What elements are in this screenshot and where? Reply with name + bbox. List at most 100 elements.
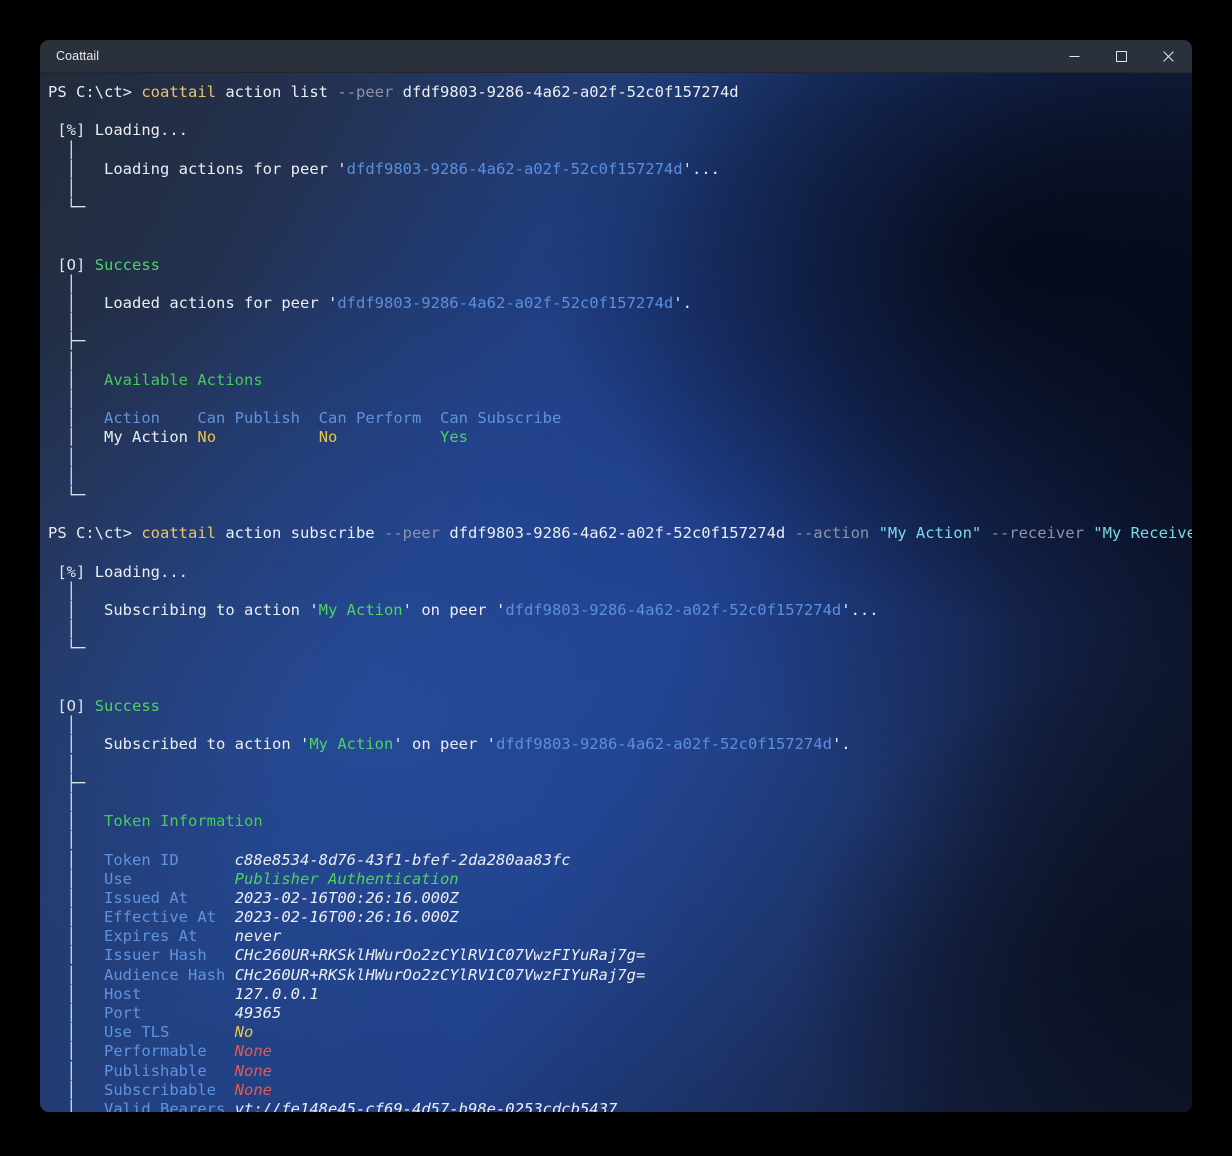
flag-peer-2: --peer <box>383 524 440 543</box>
success-status-2: [O] Success <box>40 697 1192 716</box>
token-row-label: Use <box>104 869 133 888</box>
loading-message-2: │ Subscribing to action 'My Action' on p… <box>66 601 879 620</box>
loading-status-1: [%] Loading... <box>40 121 1192 140</box>
success-message-2-action: My Action <box>309 735 394 754</box>
tree-branch: ├─ <box>66 332 86 351</box>
minimize-button[interactable] <box>1051 40 1098 72</box>
flag-action-value: "My Action" <box>878 524 982 543</box>
success-message-2-pre: Subscribed to action ' <box>104 735 310 754</box>
td-can-perform: No <box>318 428 338 447</box>
token-row-label: Host <box>104 984 142 1003</box>
command-name: coattail <box>141 83 216 101</box>
flag-peer-value: dfdf9803-9286-4a62-a02f-52c0f157274d <box>393 83 739 101</box>
token-row-value: CHc260UR+RKSklHWurOo2zCYlRV1C07VwzFIYuRa… <box>234 946 646 965</box>
success-message-1-peer: dfdf9803-9286-4a62-a02f-52c0f157274d <box>337 294 674 313</box>
loading-message-2-peer: dfdf9803-9286-4a62-a02f-52c0f157274d <box>505 601 842 620</box>
tree-glyph: │ <box>66 1023 77 1042</box>
token-row: │ Valid Bearers vt://fe148e45-cf69-4d57-… <box>40 1100 1192 1112</box>
token-row-label: Token ID <box>104 850 179 869</box>
token-information-heading: Token Information <box>104 812 263 831</box>
success-status-1: [O] Success <box>40 256 1192 275</box>
tree-glyph: │ <box>66 927 77 946</box>
loading-label-2: Loading... <box>94 562 189 581</box>
flag-peer: --peer <box>337 83 394 101</box>
td-can-subscribe: Yes <box>440 428 469 447</box>
token-row: │ Issuer Hash CHc260UR+RKSklHWurOo2zCYlR… <box>40 946 1192 965</box>
loading-label-1: Loading... <box>94 121 189 140</box>
tree-line: │ <box>66 754 77 773</box>
token-row-value: never <box>234 927 282 946</box>
tree-glyph: │ <box>66 946 77 965</box>
tree-branch: ├─ <box>66 773 86 792</box>
tree-glyph: │ <box>66 908 77 927</box>
window-title: Coattail <box>56 49 100 63</box>
token-row: │ Port 49365 <box>40 1004 1192 1023</box>
terminal-output-area[interactable]: PS C:\ct> coattail action list --peer df… <box>40 73 1192 1112</box>
token-row: │ Token ID c88e8534-8d76-43f1-bfef-2da28… <box>40 851 1192 870</box>
tree-line: │ <box>66 716 77 735</box>
token-row: │ Subscribable None <box>40 1081 1192 1100</box>
tree-line: └─ <box>66 639 86 658</box>
token-information-heading-row: │ Token Information <box>66 812 263 831</box>
close-button[interactable] <box>1145 40 1192 72</box>
td-can-publish: No <box>197 428 217 447</box>
success-message-1-pre: Loaded actions for peer ' <box>104 294 338 313</box>
success-tag-1: [O] <box>57 255 86 274</box>
token-row-value: vt://fe148e45-cf69-4d57-b98e-0253cdcb543… <box>234 1099 618 1112</box>
tree-glyph: │ <box>66 888 77 907</box>
th-can-publish: Can Publish <box>197 409 300 428</box>
token-information-table: │ Token ID c88e8534-8d76-43f1-bfef-2da28… <box>40 851 1192 1113</box>
maximize-button[interactable] <box>1098 40 1145 72</box>
tree-glyph: │ <box>66 850 77 869</box>
success-message-1-post: '. <box>673 294 692 313</box>
tree-line: │ <box>66 313 77 332</box>
maximize-icon <box>1116 50 1127 62</box>
tree-glyph: │ <box>66 984 77 1003</box>
success-label-2: Success <box>94 697 161 715</box>
tree-line: │ <box>66 140 77 159</box>
loading-status-2: [%] Loading... <box>40 563 1192 582</box>
token-row: │ Expires At never <box>40 927 1192 946</box>
tree-glyph: │ <box>66 965 77 984</box>
success-message-2-mid: ' on peer ' <box>393 735 496 754</box>
flag-receiver: --receiver <box>990 524 1084 543</box>
flag-action: --action <box>794 524 870 543</box>
loading-message-2-pre: Subscribing to action ' <box>104 601 319 620</box>
token-row-value: None <box>234 1061 272 1080</box>
success-label-1: Success <box>94 255 161 274</box>
actions-table-header: │ Action Can Publish Can Perform Can Sub… <box>66 409 562 428</box>
tree-line: │ <box>66 351 77 370</box>
token-row-label: Effective At <box>104 908 216 927</box>
tree-glyph: │ <box>66 1080 77 1099</box>
command-subcommand: action list <box>216 83 338 101</box>
token-row: │ Effective At 2023-02-16T00:26:16.000Z <box>40 908 1192 927</box>
token-row: │ Performable None <box>40 1042 1192 1061</box>
tree-line: │ <box>66 447 77 466</box>
loading-message-1: │ Loading actions for peer 'dfdf9803-928… <box>66 159 720 178</box>
desktop-background: Coattail PS C:\ct> coattail action list … <box>0 0 1232 1156</box>
td-action: My Action <box>104 428 189 447</box>
window-titlebar[interactable]: Coattail <box>40 40 1192 73</box>
tree-glyph: │ <box>66 1099 77 1112</box>
tree-line: └─ <box>66 198 86 217</box>
token-row-label: Issuer Hash <box>104 946 207 965</box>
token-row-value: 2023-02-16T00:26:16.000Z <box>234 908 459 927</box>
window-controls <box>1051 40 1192 72</box>
loading-message-1-peer: dfdf9803-9286-4a62-a02f-52c0f157274d <box>346 159 683 178</box>
tree-glyph: │ <box>66 1042 77 1061</box>
success-tag-2: [O] <box>57 697 86 715</box>
loading-message-2-post: '... <box>841 601 879 620</box>
token-row: │ Use Publisher Authentication <box>40 870 1192 889</box>
flag-peer-value-2: dfdf9803-9286-4a62-a02f-52c0f157274d <box>439 524 795 543</box>
minimize-icon <box>1069 55 1080 57</box>
flag-receiver-value: "My Receiver" <box>1093 524 1192 543</box>
token-row-label: Use TLS <box>104 1023 170 1042</box>
token-row-value: No <box>234 1023 254 1042</box>
loading-message-1-pre: Loading actions for peer ' <box>104 159 347 178</box>
token-row-value: Publisher Authentication <box>234 869 459 888</box>
token-row-label: Valid Bearers <box>104 1099 226 1112</box>
command-name-2: coattail <box>141 524 216 543</box>
